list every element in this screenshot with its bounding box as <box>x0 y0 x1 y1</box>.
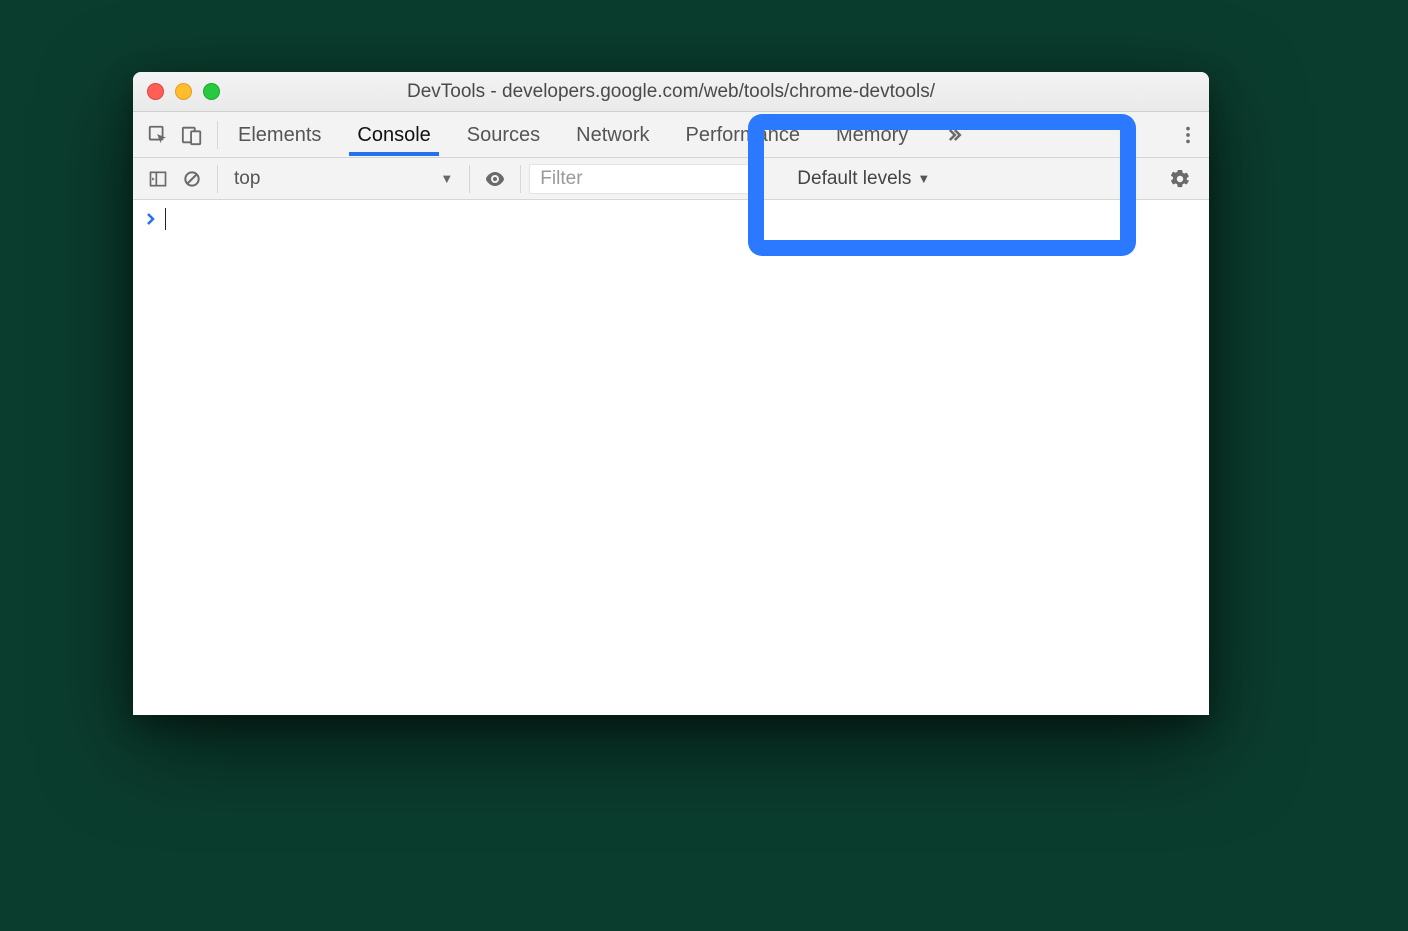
text-cursor <box>165 208 166 230</box>
prompt-chevron-icon <box>145 212 157 226</box>
console-prompt[interactable] <box>145 208 1197 230</box>
clear-console-icon[interactable] <box>175 162 209 196</box>
titlebar: DevTools - developers.google.com/web/too… <box>133 72 1209 112</box>
console-sidebar-icon[interactable] <box>141 162 175 196</box>
levels-label: Default levels <box>797 168 911 190</box>
tab-elements[interactable]: Elements <box>234 114 325 155</box>
device-toggle-icon[interactable] <box>175 118 209 152</box>
tab-memory[interactable]: Memory <box>832 114 912 155</box>
divider <box>217 165 218 193</box>
divider <box>520 165 521 193</box>
console-toolbar: top ▼ Filter Default levels ▼ <box>133 158 1209 200</box>
divider <box>469 165 470 193</box>
chevron-down-icon: ▼ <box>917 171 930 186</box>
tab-performance[interactable]: Performance <box>682 114 805 155</box>
context-selector[interactable]: top ▼ <box>226 164 461 194</box>
kebab-menu[interactable] <box>1177 112 1199 157</box>
tab-network[interactable]: Network <box>572 114 653 155</box>
tabs: Elements Console Sources Network Perform… <box>234 112 968 157</box>
tab-console[interactable]: Console <box>353 114 434 155</box>
chevron-down-icon: ▼ <box>440 171 453 186</box>
console-body[interactable] <box>133 200 1209 715</box>
gear-icon[interactable] <box>1163 162 1197 196</box>
devtools-window: DevTools - developers.google.com/web/too… <box>133 72 1209 715</box>
close-window-button[interactable] <box>147 83 164 100</box>
filter-placeholder: Filter <box>540 168 582 190</box>
log-levels-dropdown[interactable]: Default levels ▼ <box>797 168 930 190</box>
tab-sources[interactable]: Sources <box>463 114 544 155</box>
divider <box>217 121 218 149</box>
window-title: DevTools - developers.google.com/web/too… <box>133 81 1209 103</box>
filter-input[interactable]: Filter <box>529 164 759 194</box>
context-label: top <box>234 168 260 190</box>
zoom-window-button[interactable] <box>203 83 220 100</box>
more-tabs-icon[interactable] <box>940 118 968 152</box>
traffic-lights <box>147 83 220 100</box>
tab-strip: Elements Console Sources Network Perform… <box>133 112 1209 158</box>
live-expression-icon[interactable] <box>478 162 512 196</box>
minimize-window-button[interactable] <box>175 83 192 100</box>
inspect-icon[interactable] <box>141 118 175 152</box>
